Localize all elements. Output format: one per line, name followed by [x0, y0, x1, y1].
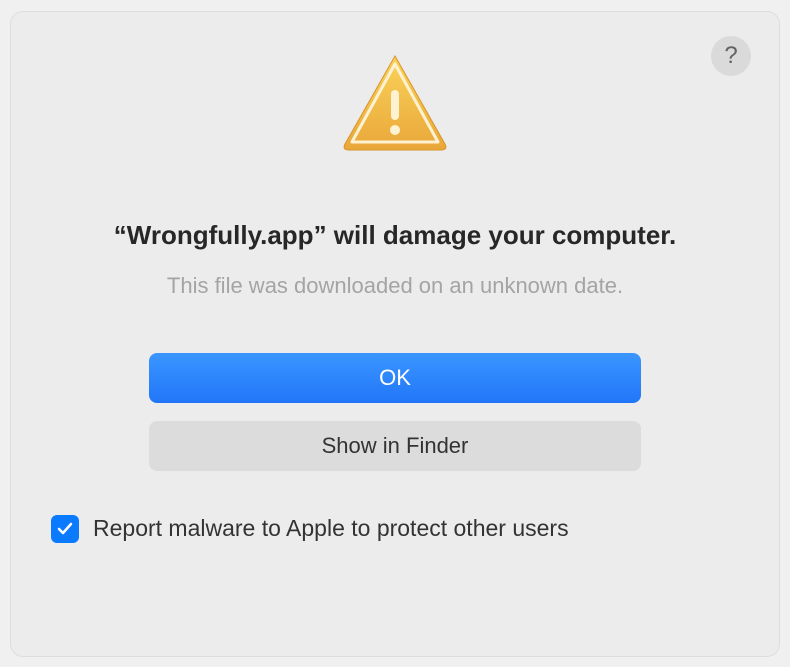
help-button[interactable]: ? — [711, 36, 751, 76]
checkmark-icon — [56, 520, 74, 538]
button-container: OK Show in Finder — [27, 353, 763, 471]
alert-dialog: ? “Wrongfully.app” will damage your comp… — [11, 12, 779, 656]
checkbox-row: Report malware to Apple to protect other… — [27, 515, 763, 543]
dialog-title: “Wrongfully.app” will damage your comput… — [27, 220, 763, 251]
warning-icon — [340, 52, 450, 152]
ok-button[interactable]: OK — [149, 353, 641, 403]
show-in-finder-button[interactable]: Show in Finder — [149, 421, 641, 471]
dialog-subtitle: This file was downloaded on an unknown d… — [27, 273, 763, 299]
help-icon: ? — [724, 42, 737, 70]
report-malware-label[interactable]: Report malware to Apple to protect other… — [93, 515, 569, 542]
icon-container — [27, 52, 763, 152]
report-malware-checkbox[interactable] — [51, 515, 79, 543]
